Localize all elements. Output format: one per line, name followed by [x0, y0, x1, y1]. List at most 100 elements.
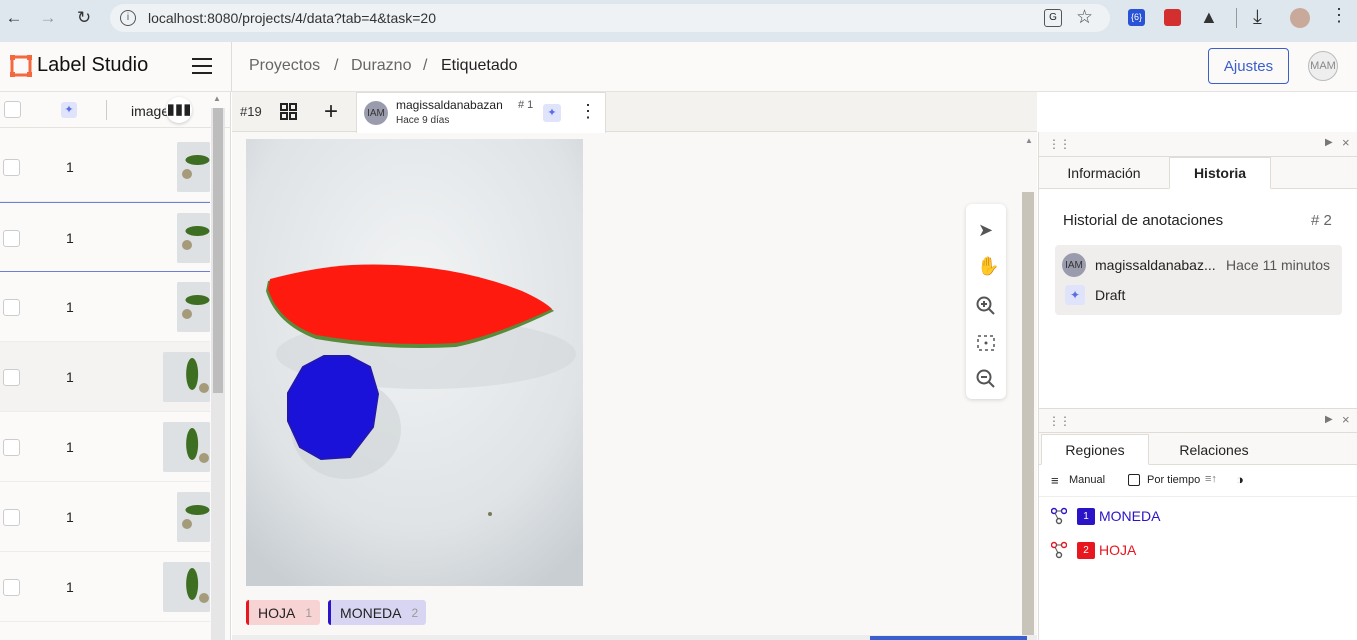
breadcrumb-projects[interactable]: Proyectos: [249, 57, 320, 75]
history-state: Draft: [1095, 287, 1126, 303]
collapse-icon[interactable]: ▶: [1325, 414, 1333, 425]
select-all-checkbox[interactable]: [4, 101, 21, 118]
extension-icon[interactable]: {6}: [1128, 9, 1145, 26]
region-item-hoja[interactable]: 2 HOJA: [1039, 537, 1357, 565]
task-list-panel: ✦ image ▮▮▮ 1 1 1 1 1 1 1 ▲: [0, 92, 231, 640]
task-row[interactable]: 1: [0, 552, 210, 622]
task-row-checkbox[interactable]: [3, 579, 20, 596]
download-icon[interactable]: ⤓: [1253, 6, 1262, 29]
translate-icon[interactable]: G: [1044, 9, 1062, 27]
order-button[interactable]: Manual: [1069, 474, 1105, 486]
history-entry[interactable]: IAM magissaldanabaz... Hace 11 minutos ✦…: [1055, 245, 1342, 315]
labeling-area: #19 + IAM magissaldanabazan # 1 Hace 9 d…: [232, 92, 1037, 640]
browser-menu-icon[interactable]: ⋮: [1330, 5, 1348, 26]
task-annotation-count: 1: [66, 439, 74, 455]
app-logo-text[interactable]: Label Studio: [37, 54, 148, 77]
column-divider: [106, 100, 107, 120]
info-panel-header: ⋮⋮ ▶ ×: [1039, 132, 1357, 157]
extension-red-icon[interactable]: [1164, 9, 1181, 26]
breadcrumb-separator: /: [334, 57, 339, 74]
drag-handle-icon[interactable]: ⋮⋮: [1048, 137, 1071, 151]
task-row-checkbox[interactable]: [3, 369, 20, 386]
visibility-toggle-icon[interactable]: ◑: [1236, 472, 1244, 487]
label-studio-logo-icon[interactable]: [10, 55, 32, 77]
task-row-checkbox[interactable]: [3, 230, 20, 247]
order-icon: ≡: [1051, 473, 1059, 488]
zoom-in-icon[interactable]: [976, 296, 996, 316]
breadcrumb-separator: /: [423, 57, 428, 74]
close-panel-icon[interactable]: ×: [1342, 135, 1350, 150]
region-label: HOJA: [1099, 542, 1137, 558]
sort-direction-icon[interactable]: ≡↑: [1205, 473, 1217, 485]
region-index: 2: [1077, 542, 1095, 559]
label-chip-hoja[interactable]: HOJA 1: [246, 600, 321, 625]
polygon-icon: [1051, 541, 1067, 559]
add-annotation-icon[interactable]: +: [324, 98, 338, 126]
grid-view-icon[interactable]: [280, 103, 297, 120]
fit-to-screen-icon[interactable]: [976, 333, 996, 353]
pointer-tool-icon[interactable]: ➤: [978, 220, 993, 241]
task-thumbnail: [177, 213, 210, 263]
user-avatar[interactable]: MAM: [1308, 51, 1338, 81]
task-row-checkbox[interactable]: [3, 509, 20, 526]
polygon-icon: [1051, 507, 1067, 525]
drag-handle-icon[interactable]: ⋮⋮: [1048, 414, 1071, 428]
task-id: #19: [240, 104, 262, 119]
annotation-options-icon[interactable]: ⋮: [579, 101, 597, 122]
collapse-icon[interactable]: ▶: [1325, 137, 1333, 148]
draft-icon: ✦: [1065, 285, 1085, 305]
extensions-puzzle-icon[interactable]: ▲: [1200, 7, 1218, 28]
tab-regions[interactable]: Regiones: [1041, 434, 1149, 465]
forward-icon[interactable]: →: [38, 8, 58, 28]
annotations-column-icon[interactable]: ✦: [61, 102, 77, 118]
pan-tool-icon[interactable]: ✋: [977, 256, 999, 277]
annotator-avatar: IAM: [364, 101, 388, 125]
canvas-scroll-up-icon[interactable]: ▲: [1025, 136, 1033, 145]
sort-icon: [1128, 474, 1140, 486]
profile-avatar[interactable]: [1290, 8, 1310, 28]
region-label: MONEDA: [1099, 508, 1161, 524]
zoom-out-icon[interactable]: [976, 369, 996, 389]
canvas-toolbar: ➤ ✋: [966, 204, 1006, 399]
hamburger-menu-icon[interactable]: [192, 56, 212, 74]
star-icon[interactable]: ☆: [1076, 6, 1093, 29]
tab-history[interactable]: Historia: [1169, 157, 1271, 189]
scroll-up-icon[interactable]: ▲: [213, 94, 221, 103]
site-info-icon[interactable]: i: [120, 10, 136, 26]
task-thumbnail: [163, 352, 210, 402]
address-bar[interactable]: i localhost:8080/projects/4/data?tab=4&t…: [110, 4, 1110, 32]
sort-button[interactable]: Por tiempo: [1147, 474, 1200, 486]
back-icon[interactable]: ←: [4, 8, 24, 28]
annotation-status-icon: ✦: [543, 104, 561, 122]
task-image[interactable]: [246, 139, 583, 586]
tab-information[interactable]: Información: [1049, 157, 1159, 189]
task-row-checkbox[interactable]: [3, 159, 20, 176]
task-row[interactable]: 1: [0, 412, 210, 482]
reload-icon[interactable]: ↻: [74, 8, 94, 28]
close-panel-icon[interactable]: ×: [1342, 412, 1350, 427]
task-row[interactable]: 1: [0, 342, 210, 412]
region-item-moneda[interactable]: 1 MONEDA: [1039, 503, 1357, 531]
task-row[interactable]: 1: [0, 272, 210, 342]
columns-toggle-icon[interactable]: ▮▮▮: [166, 97, 192, 123]
scrollbar-track[interactable]: [211, 108, 225, 640]
settings-button[interactable]: Ajustes: [1208, 48, 1289, 84]
scrollbar-thumb[interactable]: [213, 108, 223, 393]
task-row[interactable]: 1: [0, 132, 210, 202]
regions-content: ≡ Manual Por tiempo ≡↑ ◑ 1 MONEDA 2 HOJA: [1039, 465, 1357, 640]
sidebar-panel: ⋮⋮ ▶ × Información Historia Historial de…: [1038, 132, 1357, 640]
url-text: localhost:8080/projects/4/data?tab=4&tas…: [148, 10, 436, 26]
task-row[interactable]: 1: [0, 482, 210, 552]
breadcrumb-project[interactable]: Durazno: [351, 57, 411, 75]
header-divider: [231, 42, 232, 92]
task-row[interactable]: 1: [0, 202, 210, 272]
task-row-checkbox[interactable]: [3, 299, 20, 316]
tab-relations[interactable]: Relaciones: [1159, 434, 1269, 465]
label-chip-moneda[interactable]: MONEDA 2: [328, 600, 427, 625]
task-annotation-count: 1: [66, 299, 74, 315]
task-row-checkbox[interactable]: [3, 439, 20, 456]
task-annotation-count: 1: [66, 230, 74, 246]
label-chip-hotkey: 2: [411, 605, 419, 620]
canvas-scrollbar[interactable]: [1022, 192, 1034, 636]
annotation-tab-1[interactable]: IAM magissaldanabazan # 1 Hace 9 días ✦ …: [356, 92, 606, 133]
